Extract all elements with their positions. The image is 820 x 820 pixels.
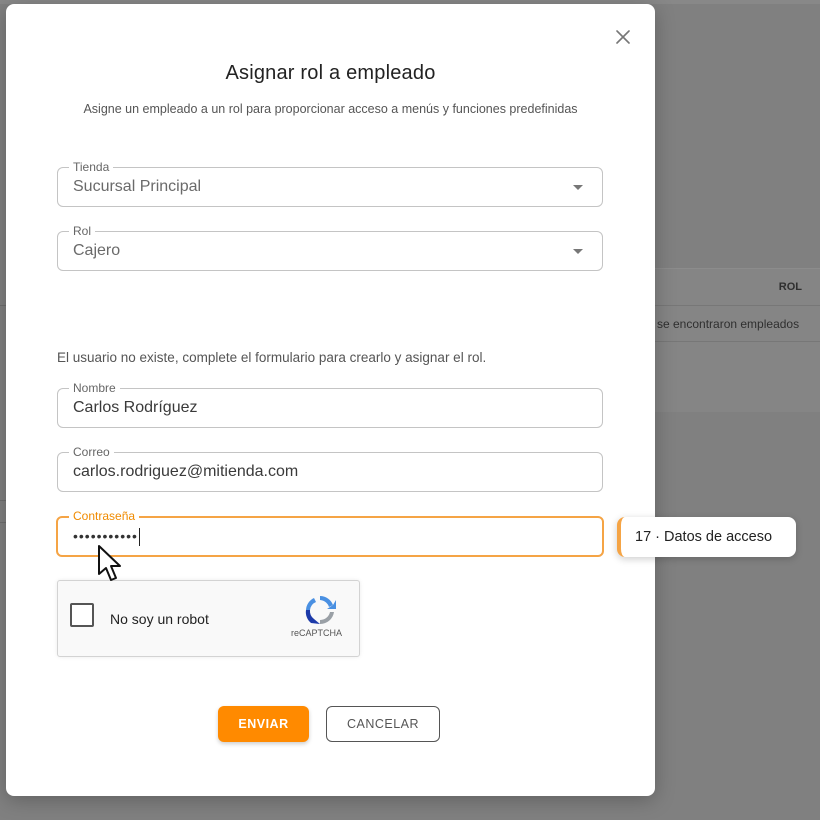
recaptcha-widget: No soy un robot reCAPTCHA [57,580,360,657]
tienda-value: Sucursal Principal [73,178,202,195]
text-cursor [138,528,140,547]
recaptcha-checkbox[interactable] [70,603,94,627]
modal-title: Asignar rol a empleado [225,62,436,84]
password-dots: ••••••••••• [73,528,138,544]
recaptcha-label: No soy un robot [110,611,209,627]
table-header: ROL [655,269,820,306]
recaptcha-logo-icon [305,596,336,625]
assign-role-modal: Asignar rol a empleado Asigne un emplead… [6,4,655,796]
step-tooltip: 17 · Datos de acceso [617,517,796,557]
send-button[interactable]: ENVIAR [218,706,309,742]
contrasena-field[interactable]: Contraseña ••••••••••• [56,508,604,557]
rol-select[interactable]: Rol Cajero [57,223,603,271]
table-empty-message: se encontraron empleados [657,316,800,331]
recaptcha-brand: reCAPTCHA [291,628,343,638]
correo-field[interactable]: Correo carlos.rodriguez@mitienda.com [57,444,603,492]
close-button[interactable] [611,25,635,49]
mouse-pointer-icon [98,545,121,581]
correo-value[interactable]: carlos.rodriguez@mitienda.com [73,453,298,491]
cancel-button[interactable]: CANCELAR [326,706,440,742]
nombre-value[interactable]: Carlos Rodríguez [73,389,198,427]
nombre-field[interactable]: Nombre Carlos Rodríguez [57,380,603,428]
chevron-down-icon[interactable] [573,249,583,254]
close-icon[interactable] [616,30,630,44]
modal-subtitle: Asigne un empleado a un rol para proporc… [83,102,578,116]
user-not-found-message: El usuario no existe, complete el formul… [57,350,487,365]
rol-value: Cajero [73,242,121,259]
tienda-select[interactable]: Tienda Sucursal Principal [57,159,603,207]
background-employees-table: ROL se encontraron empleados [655,268,820,412]
table-empty-row: se encontraron empleados [655,306,820,342]
chevron-down-icon[interactable] [573,185,583,190]
table-header-rol: ROL [778,281,802,293]
